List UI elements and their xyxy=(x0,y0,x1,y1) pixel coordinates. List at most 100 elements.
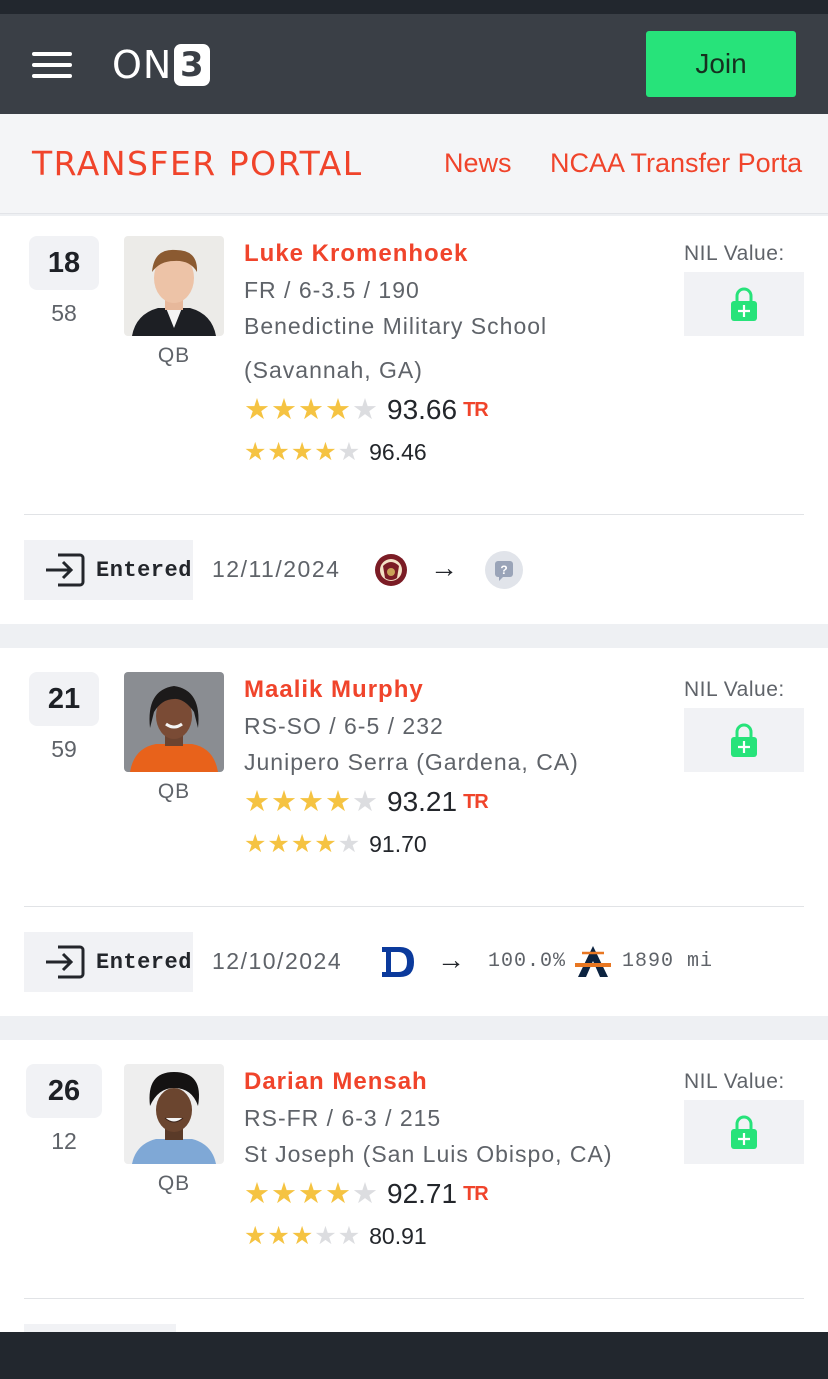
nil-value-label: NIL Value: xyxy=(684,1070,785,1093)
tr-badge: TR xyxy=(463,1182,489,1205)
bottom-bar xyxy=(0,1332,828,1379)
card-divider xyxy=(24,514,804,515)
lock-icon xyxy=(731,723,757,757)
card-divider xyxy=(24,1298,804,1299)
nav-link-ncaa-transfer-portal[interactable]: NCAA Transfer Porta xyxy=(550,148,802,179)
lock-icon xyxy=(731,1115,757,1149)
entered-icon xyxy=(46,553,85,587)
star-rating: ★ ★ ★ ★ ★ xyxy=(244,785,379,818)
transfer-rating: ★ ★ ★ ★ ★ 93.66 TR xyxy=(244,392,489,428)
star-empty-icon: ★ xyxy=(337,1221,361,1250)
nil-value-label: NIL Value: xyxy=(684,678,785,701)
transfer-portal-brand[interactable]: TRANSFER PORTAL xyxy=(32,144,363,183)
nav-link-news[interactable]: News xyxy=(444,148,512,179)
on3-logo[interactable]: ON 3 xyxy=(112,40,211,90)
player-card[interactable]: 26 12 QB Darian Mensah RS-FR / 6-3 / 215… xyxy=(0,1040,828,1332)
star-filled-icon: ★ xyxy=(325,393,351,426)
star-empty-icon: ★ xyxy=(352,393,378,426)
entered-label: Entered xyxy=(96,949,192,975)
star-rating: ★ ★ ★ ★ ★ xyxy=(244,1177,379,1210)
player-class-height-weight: RS-FR / 6-3 / 215 xyxy=(244,1105,442,1131)
star-filled-icon: ★ xyxy=(298,393,324,426)
star-filled-icon: ★ xyxy=(244,1221,267,1250)
star-empty-icon: ★ xyxy=(337,829,361,858)
star-filled-icon: ★ xyxy=(271,785,297,818)
star-rating: ★ ★ ★ ★ ★ xyxy=(244,1221,361,1250)
nil-value-label: NIL Value: xyxy=(684,242,785,265)
duke-logo[interactable] xyxy=(380,944,416,980)
card-divider xyxy=(24,906,804,907)
player-school: St Joseph (San Luis Obispo, CA) xyxy=(244,1141,613,1167)
star-filled-icon: ★ xyxy=(290,437,314,466)
star-filled-icon: ★ xyxy=(244,437,267,466)
transfer-rating: ★ ★ ★ ★ ★ 93.21 TR xyxy=(244,784,489,820)
star-filled-icon: ★ xyxy=(267,437,290,466)
entered-date: 12/10/2024 xyxy=(212,948,343,974)
player-name[interactable]: Maalik Murphy xyxy=(244,676,424,704)
star-filled-icon: ★ xyxy=(290,829,314,858)
player-card[interactable]: 18 58 QB Luke Kromenhoek FR / 6-3.5 / 19… xyxy=(0,216,828,624)
top-header: ON 3 Join xyxy=(0,14,828,114)
lock-icon xyxy=(731,287,757,321)
player-card[interactable]: 21 59 QB Maalik Murphy RS-SO / 6-5 / 232… xyxy=(0,648,828,1016)
rating-value: 96.46 xyxy=(369,438,427,465)
star-filled-icon: ★ xyxy=(267,1221,290,1250)
entered-icon xyxy=(46,945,85,979)
rank-badge: 18 xyxy=(29,236,99,290)
star-filled-icon: ★ xyxy=(325,785,351,818)
star-filled-icon: ★ xyxy=(271,393,297,426)
entered-status-button[interactable] xyxy=(24,1324,176,1332)
player-name[interactable]: Luke Kromenhoek xyxy=(244,240,468,268)
player-photo[interactable] xyxy=(124,236,224,336)
auburn-logo[interactable] xyxy=(574,943,612,981)
hamburger-menu-icon[interactable] xyxy=(32,52,72,78)
star-filled-icon: ★ xyxy=(325,1177,351,1210)
star-filled-icon: ★ xyxy=(244,393,270,426)
position-rank: 58 xyxy=(51,300,77,326)
status-bar xyxy=(0,0,828,14)
player-photo[interactable] xyxy=(124,1064,224,1164)
join-button[interactable]: Join xyxy=(646,31,796,97)
rating-value: 91.70 xyxy=(369,830,427,857)
player-school-location: (Savannah, GA) xyxy=(244,357,423,383)
rating-value: 93.66 xyxy=(387,394,458,425)
star-filled-icon: ★ xyxy=(244,829,267,858)
star-filled-icon: ★ xyxy=(298,1177,324,1210)
star-filled-icon: ★ xyxy=(314,829,337,858)
player-name[interactable]: Darian Mensah xyxy=(244,1068,428,1096)
star-filled-icon: ★ xyxy=(271,1177,297,1210)
star-filled-icon: ★ xyxy=(267,829,290,858)
rank-badge: 21 xyxy=(29,672,99,726)
logo-digit: 3 xyxy=(174,44,211,86)
transfer-rating: ★ ★ ★ ★ ★ 92.71 TR xyxy=(244,1176,489,1212)
player-position: QB xyxy=(157,1172,191,1195)
nil-value-locked[interactable] xyxy=(684,708,804,772)
star-empty-icon: ★ xyxy=(337,437,361,466)
star-filled-icon: ★ xyxy=(298,785,324,818)
nil-value-locked[interactable] xyxy=(684,1100,804,1164)
tr-badge: TR xyxy=(463,790,489,813)
recruit-rating: ★ ★ ★ ★ ★ 80.91 xyxy=(244,1220,427,1252)
transfer-percentage: 100.0% xyxy=(488,950,567,973)
star-empty-icon: ★ xyxy=(352,785,378,818)
player-school: Benedictine Military School xyxy=(244,313,548,339)
entered-label: Entered xyxy=(96,557,192,583)
arrow-right-icon: → xyxy=(430,552,458,583)
entered-status-button[interactable]: Entered xyxy=(24,932,193,992)
transfer-distance: 1890 mi xyxy=(622,950,714,973)
player-position: QB xyxy=(157,344,191,367)
entered-status-button[interactable]: Entered xyxy=(24,540,193,600)
star-rating: ★ ★ ★ ★ ★ xyxy=(244,829,361,858)
star-empty-icon: ★ xyxy=(352,1177,378,1210)
star-empty-icon: ★ xyxy=(314,1221,337,1250)
florida-state-logo[interactable] xyxy=(373,552,409,588)
nil-value-locked[interactable] xyxy=(684,272,804,336)
unknown-school-icon[interactable]: ? xyxy=(484,550,524,590)
star-filled-icon: ★ xyxy=(290,1221,314,1250)
position-rank: 59 xyxy=(51,736,77,762)
entered-date: 12/11/2024 xyxy=(212,556,341,582)
arrow-right-icon: → xyxy=(437,944,465,975)
rating-value: 92.71 xyxy=(387,1178,458,1209)
position-rank: 12 xyxy=(51,1128,77,1154)
player-photo[interactable] xyxy=(124,672,224,772)
